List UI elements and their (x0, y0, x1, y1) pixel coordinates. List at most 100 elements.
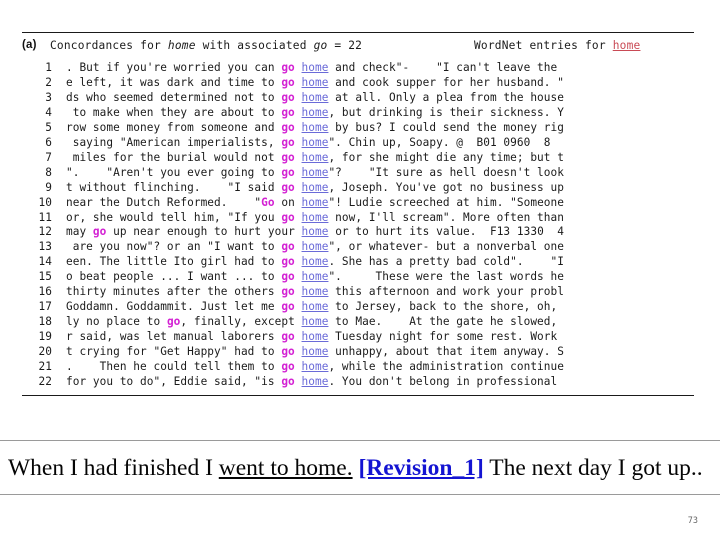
keyword-home[interactable]: home (302, 330, 329, 343)
keyword-home[interactable]: home (302, 240, 329, 253)
right-context: this afternoon and work your probl (328, 285, 564, 299)
left-context: . Then he could tell them to (66, 360, 282, 374)
right-context: , Joseph. You've got no business up (328, 180, 564, 194)
keyword-home[interactable]: home (302, 91, 329, 104)
keyword-home[interactable]: home (302, 106, 329, 119)
keyword-go[interactable]: go (281, 375, 294, 388)
keyword-go[interactable]: go (281, 330, 294, 343)
line-number: 5 (45, 120, 52, 134)
left-context: een. The little Ito girl had to (66, 255, 282, 269)
keyword-home[interactable]: home (302, 285, 329, 298)
keyword-go[interactable]: go (167, 315, 180, 328)
keyword-go[interactable]: go (281, 181, 294, 194)
concordance-line: 8 ". "Aren't you ever going to go home"? … (22, 166, 694, 181)
line-number: 21 (38, 360, 52, 374)
concordance-line: 2e left, it was dark and time to go home… (22, 76, 694, 91)
concordance-line: 22 for you to do", Eddie said, "is go hom… (22, 375, 694, 390)
keyword-home[interactable]: home (302, 255, 329, 268)
mid-context (295, 76, 302, 89)
line-number: 4 (45, 105, 52, 119)
line-number: 16 (38, 285, 52, 299)
keyword-home[interactable]: home (302, 360, 329, 373)
keyword-go[interactable]: go (281, 121, 294, 134)
line-number: 18 (38, 315, 52, 329)
right-context: ". These were the last words he (328, 270, 564, 284)
keyword-home[interactable]: home (302, 270, 329, 283)
concordance-line: 12 may go up near enough to hurt your hom… (22, 225, 694, 240)
mid-context (295, 181, 302, 194)
line-number: 15 (38, 270, 52, 284)
wordnet-header: WordNet entries for home (474, 39, 640, 52)
left-context: t crying for "Get Happy" had to (66, 345, 282, 359)
keyword-go[interactable]: go (281, 285, 294, 298)
concordance-line: 6 saying "American imperialists, go home… (22, 136, 694, 151)
panel-top-divider (22, 32, 694, 33)
right-context: "! Ludie screeched at him. "Someone (328, 195, 564, 209)
keyword-home[interactable]: home (302, 76, 329, 89)
keyword-home[interactable]: home (302, 211, 329, 224)
left-context: saying "American imperialists, (66, 135, 282, 149)
keyword-go[interactable]: go (93, 225, 106, 238)
example-sentence: When I had finished I went to home. [Rev… (0, 441, 720, 494)
keyword-go[interactable]: go (281, 270, 294, 283)
keyword-go[interactable]: go (281, 255, 294, 268)
keyword-home[interactable]: home (302, 300, 329, 313)
concordance-line-list: 1. But if you're worried you can go home… (22, 57, 694, 392)
sentence-error-phrase: went to home. (218, 455, 353, 481)
keyword-go[interactable]: go (281, 76, 294, 89)
mid-context (295, 61, 302, 74)
keyword-home[interactable]: home (302, 315, 329, 328)
left-context: or, she would tell him, "If you (66, 210, 282, 224)
right-context: ". Chin up, Soapy. @ B01 0960 8 (328, 135, 551, 149)
keyword-home[interactable]: home (302, 151, 329, 164)
left-context: o beat people ... I want ... to (66, 270, 282, 284)
keyword-go[interactable]: go (281, 300, 294, 313)
left-context: Goddamn. Goddammit. Just let me (66, 300, 282, 314)
keyword-home[interactable]: home (302, 225, 329, 238)
keyword-home[interactable]: home (302, 121, 329, 134)
keyword-home[interactable]: home (302, 375, 329, 388)
concordance-line: 3 ds who seemed determined not to go home… (22, 91, 694, 106)
right-context: unhappy, about that item anyway. S (328, 345, 564, 359)
keyword-go[interactable]: Go (261, 196, 274, 209)
revision-link[interactable]: [Revision_1] (358, 455, 483, 481)
keyword-go[interactable]: go (281, 240, 294, 253)
keyword-home[interactable]: home (302, 181, 329, 194)
concordance-line: 18 ly no place to go, finally, except hom… (22, 315, 694, 330)
concordance-header: (a) Concordances for home with associate… (22, 37, 694, 57)
keyword-home[interactable]: home (302, 61, 329, 74)
concordance-line: 7 miles for the burial would not go home… (22, 151, 694, 166)
line-number: 19 (38, 330, 52, 344)
wordnet-header-word[interactable]: home (613, 39, 641, 52)
keyword-go[interactable]: go (281, 91, 294, 104)
left-context: near the Dutch Reformed. " (66, 195, 262, 209)
line-number: 17 (38, 300, 52, 314)
mid-context (295, 91, 302, 104)
left-context: for you to do", Eddie said, "is (66, 375, 282, 389)
keyword-go[interactable]: go (281, 345, 294, 358)
keyword-home[interactable]: home (302, 196, 329, 209)
mid-context (295, 166, 302, 179)
left-context: r said, was let manual laborers (66, 330, 282, 344)
header-keyword-go: go (313, 39, 328, 52)
concordance-line: 5 row some money from someone and go home… (22, 121, 694, 136)
mid-context (295, 270, 302, 283)
header-prefix: Concordances for (50, 39, 168, 52)
page-number: 73 (687, 516, 698, 526)
keyword-home[interactable]: home (302, 166, 329, 179)
line-number: 12 (38, 225, 52, 239)
mid-context (295, 106, 302, 119)
mid-context: on (274, 195, 302, 209)
keyword-go[interactable]: go (281, 166, 294, 179)
line-number: 8 (45, 165, 52, 179)
keyword-go[interactable]: go (281, 106, 294, 119)
keyword-go[interactable]: go (281, 360, 294, 373)
keyword-go[interactable]: go (281, 61, 294, 74)
keyword-go[interactable]: go (281, 211, 294, 224)
mid-context (295, 360, 302, 373)
keyword-go[interactable]: go (281, 151, 294, 164)
keyword-go[interactable]: go (281, 136, 294, 149)
keyword-home[interactable]: home (302, 136, 329, 149)
keyword-home[interactable]: home (302, 345, 329, 358)
concordance-line: 16 thirty minutes after the others go hom… (22, 285, 694, 300)
